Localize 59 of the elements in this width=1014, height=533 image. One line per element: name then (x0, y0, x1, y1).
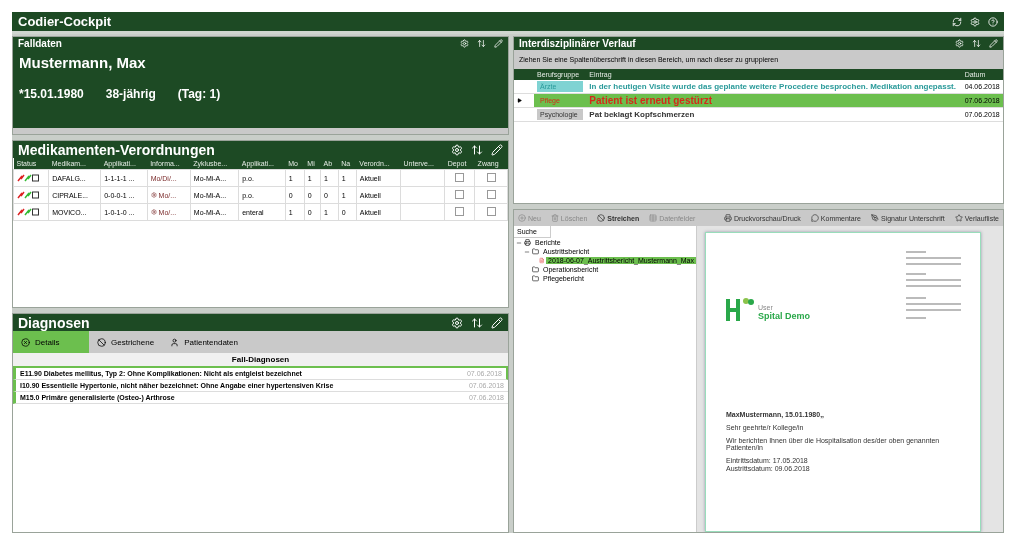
folder-icon (532, 266, 539, 273)
hospital-logo-icon (726, 297, 756, 321)
resize-icon[interactable] (471, 316, 483, 329)
gear-icon (150, 191, 157, 198)
pencil-icon[interactable] (491, 143, 503, 156)
checkbox[interactable] (455, 173, 465, 182)
printer-icon (723, 214, 732, 222)
comment-icon (810, 214, 819, 222)
checkbox[interactable] (455, 207, 465, 216)
pencil-icon[interactable] (494, 39, 503, 48)
file-icon (538, 257, 545, 264)
row-pointer-icon (517, 98, 522, 103)
panel-title: Diagnosen (18, 314, 91, 331)
app-title: Codier-Cockpit (18, 14, 113, 29)
pencil-icon[interactable] (989, 39, 998, 48)
trash-icon (550, 214, 559, 222)
settings-icon[interactable] (451, 316, 463, 329)
logo-text: Spital Demo (758, 311, 810, 321)
settings-icon[interactable] (955, 39, 964, 48)
checkbox[interactable] (486, 173, 496, 182)
tab[interactable]: Gestrichene (89, 331, 163, 353)
settings-icon[interactable] (970, 16, 980, 27)
help-icon[interactable] (988, 16, 998, 27)
tab[interactable]: Patientendaten (162, 331, 246, 353)
ban-icon (97, 337, 106, 347)
panel-title: Interdisziplinärer Verlauf (519, 38, 637, 49)
table-icon (649, 214, 658, 222)
birth-date: *15.01.1980 (19, 87, 84, 101)
refresh-icon[interactable] (952, 16, 962, 27)
panel-title: Medikamenten-Verordnungen (18, 141, 216, 158)
resize-icon[interactable] (972, 39, 981, 48)
settings-icon[interactable] (451, 143, 463, 156)
ban-icon (597, 214, 606, 222)
pencil-icon[interactable] (491, 316, 503, 329)
close-icon (21, 337, 30, 347)
status-icons-drawing (17, 173, 39, 182)
resize-icon[interactable] (471, 143, 483, 156)
pen-icon (870, 214, 879, 222)
panel-title: Falldaten (18, 38, 63, 49)
group-heading: Fall-Diagnosen (13, 353, 508, 366)
gear-icon (150, 208, 157, 215)
user-icon (170, 337, 180, 347)
settings-icon[interactable] (460, 39, 469, 48)
checkbox[interactable] (486, 190, 496, 199)
checkbox[interactable] (455, 190, 465, 199)
folder-icon (532, 248, 539, 255)
printer-icon (524, 239, 531, 246)
checkbox[interactable] (486, 207, 496, 216)
patient-name: Mustermann, Max (19, 54, 147, 71)
entry-text: In der heutigen Visite wurde das geplante weitere Procedere besprochen. Medikation angepasst. (586, 80, 962, 94)
plus-icon (518, 214, 526, 222)
case-day: (Tag: 1) (177, 87, 221, 101)
folder-icon (532, 275, 539, 282)
tab[interactable]: Details (13, 331, 89, 353)
resize-icon[interactable] (477, 39, 486, 48)
status-icons-drawing (17, 190, 39, 199)
patient-age: 38-jährig (105, 87, 156, 101)
status-icons-drawing (17, 207, 39, 216)
star-icon (954, 214, 963, 222)
